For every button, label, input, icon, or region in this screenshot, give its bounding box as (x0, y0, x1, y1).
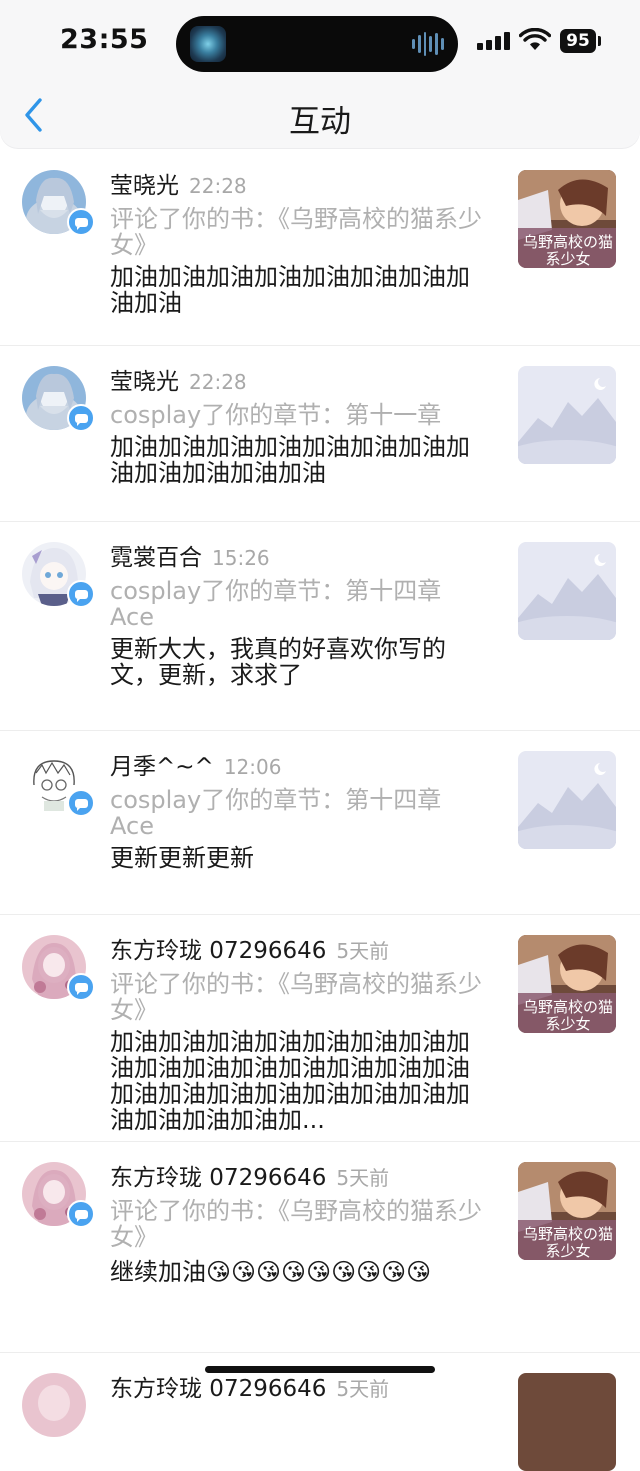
timestamp: 22:28 (189, 174, 247, 198)
user-name[interactable]: 东方玲珑 07296646 (110, 938, 326, 964)
timestamp: 5天前 (336, 1377, 390, 1401)
placeholder-thumbnail[interactable] (518, 542, 616, 640)
action-text: 评论了你的书：《乌野高校的猫系少女》 (110, 1197, 482, 1251)
action-text: 评论了你的书：《乌野高校的猫系少女》 (110, 205, 482, 259)
action-text: cosplay了你的章节：第十一章 (110, 401, 442, 429)
list-item[interactable]: 霓裳百合 15:26 cosplay了你的章节：第十四章 Ace 更新大大，我真的… (0, 522, 640, 731)
avatar[interactable] (22, 1373, 86, 1437)
comment-text: 加油加油加油加油加油加油加油加油加油加油加油加油 (110, 433, 470, 487)
user-name[interactable]: 月季^~^ (110, 754, 214, 780)
timestamp: 15:26 (212, 546, 270, 570)
user-name[interactable]: 东方玲珑 07296646 (110, 1165, 326, 1191)
placeholder-thumbnail[interactable] (518, 751, 616, 849)
user-name[interactable]: 霓裳百合 (110, 545, 202, 571)
list-item[interactable]: 莹晓光 22:28 cosplay了你的章节：第十一章 加油加油加油加油加油加油加… (0, 346, 640, 522)
timestamp: 22:28 (189, 370, 247, 394)
comment-badge-icon (67, 973, 95, 1001)
book-cover-thumbnail[interactable]: 乌野高校の猫系少女 (518, 935, 616, 1033)
status-bar: 23:55 95 (0, 0, 640, 86)
comment-badge-icon (67, 580, 95, 608)
list-item[interactable]: 莹晓光 22:28 评论了你的书：《乌野高校的猫系少女》 加油加油加油加油加油加油… (0, 150, 640, 346)
battery-tip (598, 36, 601, 46)
action-text: cosplay了你的章节：第十四章 Ace (110, 577, 442, 631)
comment-badge-icon (67, 404, 95, 432)
user-name[interactable]: 东方玲珑 07296646 (110, 1376, 326, 1402)
comment-text: 加油加油加油加油加油加油加油加油加油加油加油加油加油加油加油加油加油加油加油加油… (110, 1028, 470, 1134)
book-cover-title: 乌野高校の猫系少女 (522, 233, 613, 268)
comment-text: 加油加油加油加油加油加油加油加油加油 (110, 263, 470, 317)
user-name[interactable]: 莹晓光 (110, 173, 179, 199)
book-cover-thumbnail[interactable]: 乌野高校の猫系少女 (518, 170, 616, 268)
wifi-icon (519, 28, 551, 50)
nav-bar: 互动 (0, 86, 640, 148)
audio-waveform-icon (412, 30, 444, 58)
list-item[interactable]: 月季^~^ 12:06 cosplay了你的章节：第十四章 Ace 更新更新更新 (0, 731, 640, 915)
book-cover-title: 乌野高校の猫系少女 (522, 1225, 613, 1260)
page-title: 互动 (289, 104, 351, 140)
cellular-signal-icon (477, 32, 510, 50)
placeholder-thumbnail[interactable] (518, 1373, 616, 1471)
comment-text: 更新大大，我真的好喜欢你写的文，更新，求求了 (110, 635, 446, 689)
list-item[interactable]: 东方玲珑 07296646 5天前 评论了你的书：《乌野高校的猫系少女》 加油加油… (0, 915, 640, 1142)
user-name[interactable]: 莹晓光 (110, 369, 179, 395)
comment-text: 继续加油😘😘😘😘😘😘😘😘😘 (110, 1258, 432, 1286)
dynamic-island[interactable] (176, 16, 458, 72)
book-cover-thumbnail[interactable]: 乌野高校の猫系少女 (518, 1162, 616, 1260)
book-cover-title: 乌野高校の猫系少女 (522, 998, 613, 1033)
placeholder-thumbnail[interactable] (518, 366, 616, 464)
timestamp: 5天前 (336, 939, 390, 963)
timestamp: 5天前 (336, 1166, 390, 1190)
now-playing-artwork (190, 26, 226, 62)
comment-badge-icon (67, 789, 95, 817)
action-text: cosplay了你的章节：第十四章 Ace (110, 786, 442, 840)
comment-text: 更新更新更新 (110, 844, 254, 872)
comment-badge-icon (67, 208, 95, 236)
status-time: 23:55 (60, 24, 149, 55)
comment-badge-icon (67, 1200, 95, 1228)
battery-indicator: 95 (560, 29, 596, 53)
timestamp: 12:06 (223, 755, 282, 779)
interaction-list: 莹晓光 22:28 评论了你的书：《乌野高校的猫系少女》 加油加油加油加油加油加油… (0, 150, 640, 1471)
home-indicator[interactable] (205, 1366, 435, 1373)
list-item[interactable]: 东方玲珑 07296646 5天前 评论了你的书：《乌野高校的猫系少女》 继续加油… (0, 1142, 640, 1353)
action-text: 评论了你的书：《乌野高校的猫系少女》 (110, 970, 482, 1024)
